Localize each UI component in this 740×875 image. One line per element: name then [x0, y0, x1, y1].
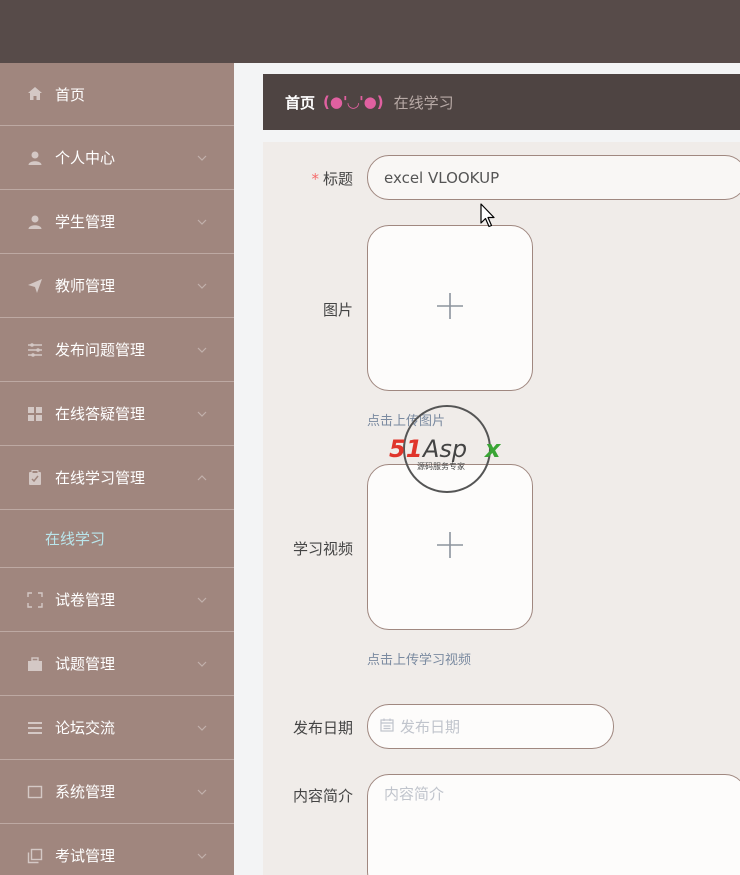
sidebar-item-label: 教师管理 — [55, 277, 116, 295]
chevron-down-icon — [196, 408, 208, 424]
required-mark: * — [311, 170, 319, 188]
image-label: 图片 — [322, 301, 353, 319]
chevron-down-icon — [196, 594, 208, 610]
sidebar-item-personal-center[interactable]: 个人中心 — [0, 126, 234, 190]
title-input-value: excel VLOOKUP — [384, 168, 500, 187]
title-label-text: 标题 — [322, 170, 353, 188]
sidebar-subitem-online-learning[interactable]: 在线学习 — [0, 510, 234, 568]
frame-icon — [27, 591, 43, 608]
plus-icon — [436, 292, 464, 324]
chevron-down-icon — [196, 344, 208, 360]
sidebar-subitem-label: 在线学习 — [45, 530, 106, 548]
image-upload-button[interactable] — [367, 225, 533, 391]
sidebar-item-question-bank-management[interactable]: 试题管理 — [0, 632, 234, 696]
breadcrumb-current: 在线学习 — [393, 93, 454, 112]
top-bar — [0, 0, 740, 63]
chevron-down-icon — [196, 658, 208, 674]
intro-placeholder: 内容简介 — [384, 785, 445, 803]
video-upload-button[interactable] — [367, 464, 533, 630]
home-icon — [27, 86, 43, 102]
title-input[interactable]: excel VLOOKUP — [367, 155, 740, 200]
sidebar-item-forum[interactable]: 论坛交流 — [0, 696, 234, 760]
sidebar-item-label: 发布问题管理 — [55, 341, 146, 359]
intro-textarea[interactable]: 内容简介 — [367, 774, 740, 875]
sidebar-item-exam-paper-management[interactable]: 试卷管理 — [0, 568, 234, 632]
date-picker-input[interactable]: 发布日期 — [367, 704, 614, 749]
plus-icon — [436, 531, 464, 563]
main-content: 首页 (●'◡'●) 在线学习 * 标题 excel VLOOKUP 图片 点击上… — [234, 63, 740, 875]
sidebar-item-teacher-management[interactable]: 教师管理 — [0, 254, 234, 318]
copy-icon — [27, 848, 43, 864]
sidebar-item-label: 试卷管理 — [55, 591, 116, 609]
sidebar-item-label: 在线答疑管理 — [55, 405, 146, 423]
date-placeholder: 发布日期 — [400, 718, 461, 736]
chevron-up-icon — [196, 472, 208, 488]
sidebar-item-label: 在线学习管理 — [55, 469, 146, 487]
sidebar-item-label: 个人中心 — [55, 149, 116, 167]
intro-label: 内容简介 — [292, 787, 353, 805]
sidebar-item-home[interactable]: 首页 — [0, 63, 234, 126]
sidebar-item-student-management[interactable]: 学生管理 — [0, 190, 234, 254]
user-icon — [27, 150, 43, 166]
briefcase-icon — [27, 656, 43, 672]
chevron-down-icon — [196, 722, 208, 738]
clipboard-icon — [27, 469, 43, 486]
sidebar-item-label: 试题管理 — [55, 655, 116, 673]
sliders-icon — [27, 342, 43, 358]
breadcrumb: 首页 (●'◡'●) 在线学习 — [263, 74, 740, 130]
video-upload-hint: 点击上传学习视频 — [367, 653, 472, 668]
sidebar-item-qa-management[interactable]: 在线答疑管理 — [0, 382, 234, 446]
sidebar-item-label: 系统管理 — [55, 783, 116, 801]
chevron-down-icon — [196, 216, 208, 232]
sidebar-item-label: 论坛交流 — [55, 719, 116, 737]
breadcrumb-home-link[interactable]: 首页 — [285, 92, 315, 113]
chevron-down-icon — [196, 152, 208, 168]
chevron-down-icon — [196, 786, 208, 802]
mouse-cursor-icon — [480, 203, 496, 233]
edit-form: * 标题 excel VLOOKUP 图片 点击上传图片 学习视频 点击上传学习视… — [263, 142, 740, 875]
sidebar-item-exam-management[interactable]: 考试管理 — [0, 824, 234, 875]
grid-icon — [27, 406, 43, 422]
breadcrumb-separator-emoji: (●'◡'●) — [323, 93, 384, 111]
chevron-down-icon — [196, 280, 208, 296]
video-label: 学习视频 — [292, 540, 353, 558]
sidebar-item-learning-management[interactable]: 在线学习管理 — [0, 446, 234, 510]
sidebar: 首页 个人中心 学生管理 教师管理 发布问题管理 在线答疑管理 在线学习管理 在… — [0, 63, 234, 875]
user-icon — [27, 214, 43, 230]
sidebar-item-label: 首页 — [55, 85, 86, 104]
date-label: 发布日期 — [292, 719, 353, 737]
sidebar-item-label: 考试管理 — [55, 847, 116, 865]
send-icon — [27, 278, 43, 294]
window-icon — [27, 784, 43, 800]
list-icon — [27, 720, 43, 736]
image-upload-hint: 点击上传图片 — [367, 414, 446, 429]
sidebar-item-label: 学生管理 — [55, 213, 116, 231]
chevron-down-icon — [196, 850, 208, 866]
title-label: * 标题 — [311, 168, 353, 189]
calendar-icon — [380, 718, 394, 736]
sidebar-item-system-management[interactable]: 系统管理 — [0, 760, 234, 824]
sidebar-item-question-management[interactable]: 发布问题管理 — [0, 318, 234, 382]
